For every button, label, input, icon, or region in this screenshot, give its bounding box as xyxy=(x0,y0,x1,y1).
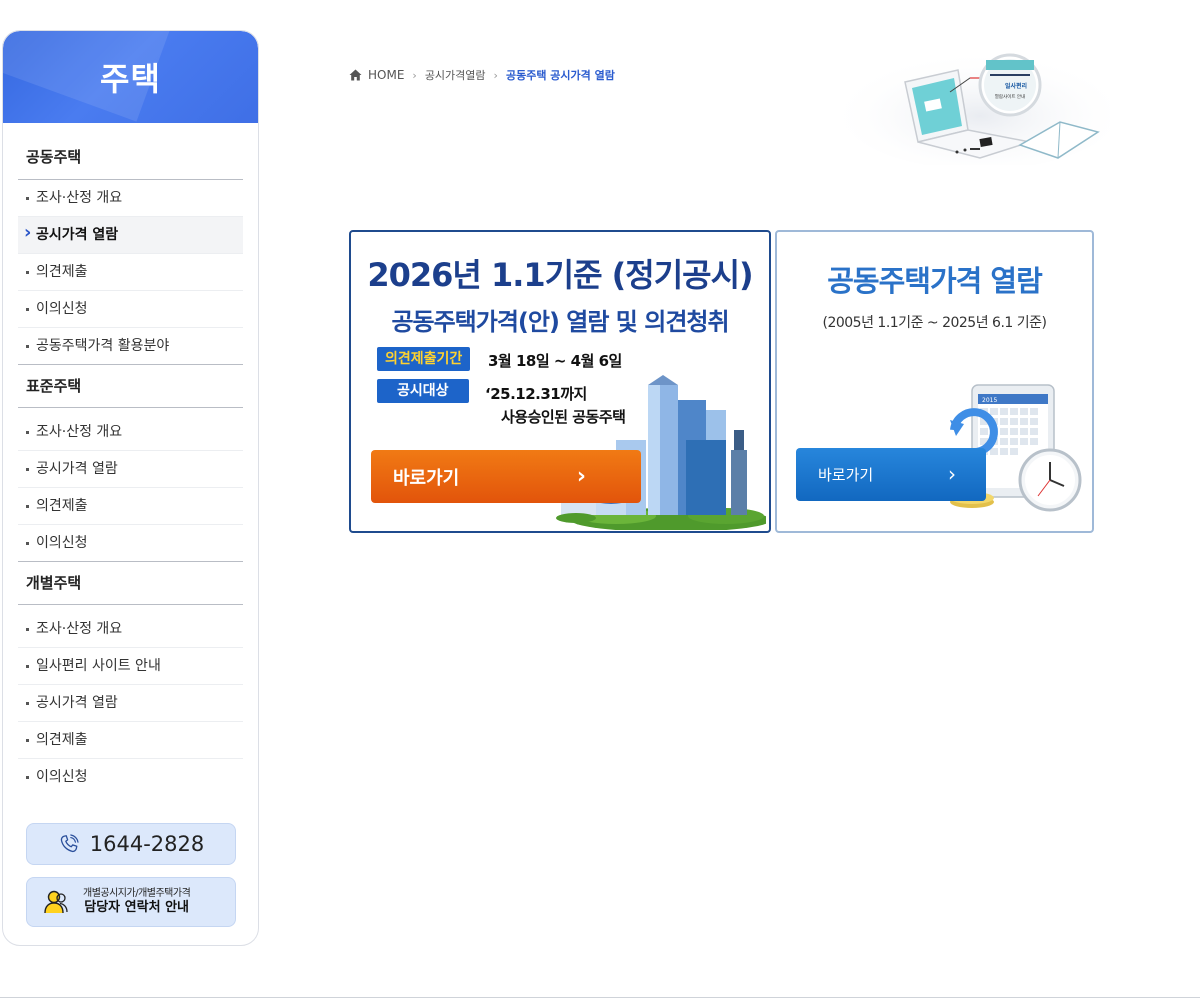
sidebar-item-apt-objection[interactable]: 이의신청 xyxy=(18,291,243,328)
section-title-apartment[interactable]: 공동주택 xyxy=(18,123,243,180)
contact-guide-button[interactable]: 개별공시지가/개별주택가격 담당자 연락처 안내 xyxy=(26,877,236,927)
sidebar: 주택 공동주택 조사·산정 개요 공시가격 열람 의견제출 이의신청 공동주택가… xyxy=(2,30,259,946)
sidebar-item-apt-overview[interactable]: 조사·산정 개요 xyxy=(18,180,243,217)
banner-left-title: 2026년 1.1기준 (정기공시) xyxy=(367,256,753,294)
header-art-screen-text-top: 일사편리 xyxy=(1005,82,1027,90)
price-view-banner[interactable]: 공동주택가격 열람 (2005년 1.1기준 ~ 2025년 6.1 기준) 2… xyxy=(775,230,1094,533)
sidebar-item-ind-ilsa-site[interactable]: 일사편리 사이트 안내 xyxy=(18,648,243,685)
phone-button[interactable]: 1644-2828 xyxy=(26,823,236,865)
banner-right-subtitle: (2005년 1.1기준 ~ 2025년 6.1 기준) xyxy=(822,315,1047,331)
section-title-individual-house[interactable]: 개별주택 xyxy=(18,561,243,605)
breadcrumb-level1[interactable]: 공시가격열람 xyxy=(425,67,486,83)
go-button-regular-notice[interactable]: 바로가기 › xyxy=(371,450,641,503)
banner-right-title: 공동주택가격 열람 xyxy=(827,264,1043,298)
calendar-year: 2015 xyxy=(982,397,997,404)
chevron-right-icon: › xyxy=(412,68,417,82)
chevron-right-icon: › xyxy=(493,68,498,82)
sidebar-item-ind-opinion[interactable]: 의견제출 xyxy=(18,722,243,759)
contact-guide-line1: 개별공시지가/개별주택가격 xyxy=(83,888,191,900)
go-button-price-view[interactable]: 바로가기 › xyxy=(796,448,986,501)
footer-divider xyxy=(0,997,1200,998)
contact-guide-line2: 담당자 연락처 안내 xyxy=(84,900,189,916)
sidebar-item-apt-price-view[interactable]: 공시가격 열람 xyxy=(18,215,243,254)
go-button-label: 바로가기 xyxy=(818,466,874,484)
opinion-period-tag: 의견제출기간 xyxy=(377,347,471,371)
sidebar-item-apt-usage[interactable]: 공동주택가격 활용분야 xyxy=(18,328,243,364)
chevron-right-icon: › xyxy=(948,462,956,486)
banner-left-subtitle: 공동주택가격(안) 열람 및 의견청취 xyxy=(391,308,729,336)
go-button-label: 바로가기 xyxy=(393,467,460,489)
breadcrumb-home[interactable]: HOME xyxy=(368,68,404,82)
home-icon[interactable] xyxy=(349,69,362,81)
notice-target-tag: 공시대상 xyxy=(377,379,469,403)
regular-notice-banner[interactable]: 2026년 1.1기준 (정기공시) 공동주택가격(안) 열람 및 의견청취 의… xyxy=(349,230,771,533)
sidebar-header: 주택 xyxy=(3,31,258,123)
sidebar-item-std-price-view[interactable]: 공시가격 열람 xyxy=(18,451,243,488)
sidebar-item-ind-objection[interactable]: 이의신청 xyxy=(18,759,243,795)
laptop-illustration: 일사편리 열람사이트 안내 xyxy=(840,50,1110,165)
contact-guide-text: 개별공시지가/개별주택가격 담당자 연락처 안내 xyxy=(83,888,191,916)
sidebar-item-std-opinion[interactable]: 의견제출 xyxy=(18,488,243,525)
chevron-right-icon: › xyxy=(576,464,586,489)
sidebar-item-ind-overview[interactable]: 조사·산정 개요 xyxy=(18,611,243,648)
sidebar-menu: 공동주택 조사·산정 개요 공시가격 열람 의견제출 이의신청 공동주택가격 활… xyxy=(3,123,258,795)
phone-icon xyxy=(60,834,79,853)
header-art-screen-text-bottom: 열람사이트 안내 xyxy=(995,93,1025,100)
sidebar-title: 주택 xyxy=(100,60,161,98)
sidebar-item-std-overview[interactable]: 조사·산정 개요 xyxy=(18,414,243,451)
phone-number: 1644-2828 xyxy=(89,832,205,856)
opinion-period-value: 3월 18일 ~ 4월 6일 xyxy=(488,352,622,370)
section-title-standard-house[interactable]: 표준주택 xyxy=(18,364,243,408)
sidebar-item-apt-opinion[interactable]: 의견제출 xyxy=(18,254,243,291)
breadcrumb: HOME › 공시가격열람 › 공동주택 공시가격 열람 xyxy=(349,66,615,84)
sidebar-item-ind-price-view[interactable]: 공시가격 열람 xyxy=(18,685,243,722)
sidebar-item-std-objection[interactable]: 이의신청 xyxy=(18,525,243,561)
person-icon xyxy=(44,890,68,914)
breadcrumb-current: 공동주택 공시가격 열람 xyxy=(505,69,615,82)
